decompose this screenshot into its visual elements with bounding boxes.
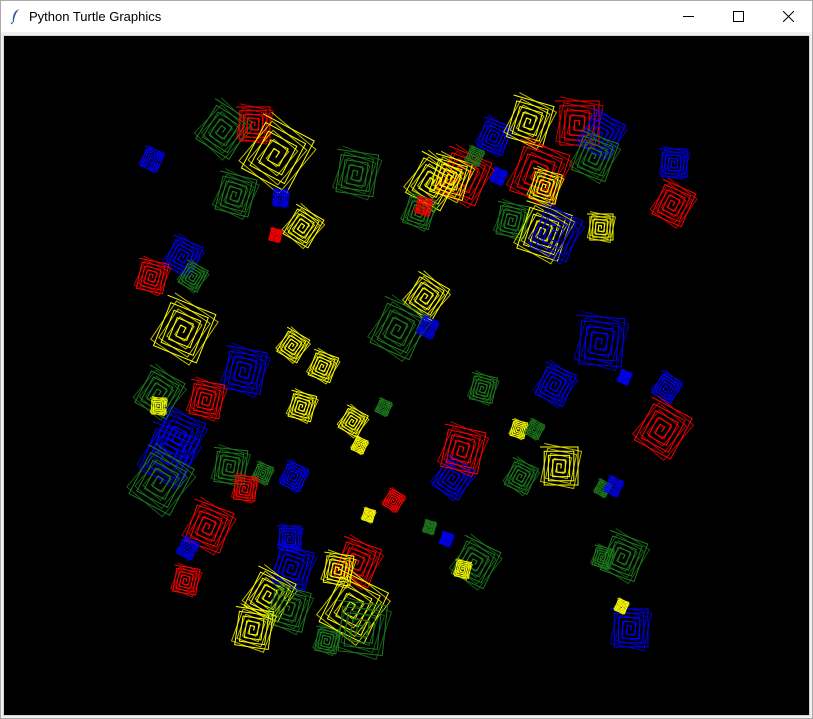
spiral-square-yellow: [275, 326, 312, 365]
spiral-square-blue: [573, 310, 630, 372]
minimize-button[interactable]: [665, 1, 711, 32]
spiral-square-yellow: [586, 211, 617, 244]
spiral-square-green: [333, 596, 393, 661]
spiral-square-red: [267, 226, 284, 244]
spiral-square-yellow: [285, 388, 320, 425]
turtle-canvas-area[interactable]: [3, 35, 810, 716]
spiral-square-green: [374, 396, 394, 418]
spiral-square-blue: [489, 166, 509, 187]
spiral-square-yellow: [360, 506, 377, 524]
spiral-square-blue: [268, 541, 318, 594]
spiral-square-red: [170, 562, 203, 598]
spiral-square-yellow: [349, 434, 370, 456]
spiral-square-red: [181, 496, 237, 556]
spiral-square-blue: [658, 145, 691, 181]
spiral-square-yellow: [150, 292, 219, 366]
spiral-square-blue: [616, 368, 633, 386]
spiral-square-green: [250, 460, 276, 487]
spiral-square-yellow: [281, 203, 326, 250]
close-icon: [782, 11, 794, 22]
spiral-square-blue: [526, 202, 586, 265]
close-button[interactable]: [765, 1, 811, 32]
spiral-square-blue: [175, 535, 201, 562]
spiral-square-red: [631, 395, 695, 462]
spiral-square-blue: [271, 188, 291, 209]
spiral-square-blue: [219, 342, 271, 398]
spiral-square-green: [176, 258, 210, 294]
title-bar[interactable]: Python Turtle Graphics: [1, 1, 812, 32]
spiral-square-green: [502, 456, 541, 497]
spiral-square-green: [421, 518, 438, 536]
maximize-icon: [732, 11, 744, 22]
spiral-square-blue: [277, 458, 311, 494]
turtle-canvas: [4, 36, 809, 715]
spiral-square-blue: [609, 604, 653, 652]
spiral-square-yellow: [305, 347, 341, 385]
spiral-square-blue: [650, 369, 684, 405]
spiral-square-yellow: [336, 403, 370, 439]
spiral-square-blue: [532, 359, 579, 409]
turtle-window: Python Turtle Graphics: [0, 0, 813, 719]
minimize-icon: [682, 11, 694, 22]
spiral-square-yellow: [539, 442, 583, 490]
spiral-square-blue: [138, 144, 166, 174]
spiral-square-green: [312, 623, 343, 657]
spiral-square-green: [211, 168, 261, 221]
spiral-square-green: [466, 370, 500, 406]
maximize-button[interactable]: [715, 1, 761, 32]
spiral-square-blue: [276, 523, 304, 553]
spiral-square-green: [589, 543, 617, 572]
window-title: Python Turtle Graphics: [29, 9, 162, 24]
feather-icon: [9, 8, 23, 25]
spiral-square-red: [185, 376, 228, 422]
spiral-square-green: [331, 145, 383, 201]
spiral-square-red: [649, 177, 698, 229]
spiral-square-red: [381, 486, 407, 514]
spiral-square-blue: [438, 530, 455, 548]
window-client: [1, 32, 812, 718]
